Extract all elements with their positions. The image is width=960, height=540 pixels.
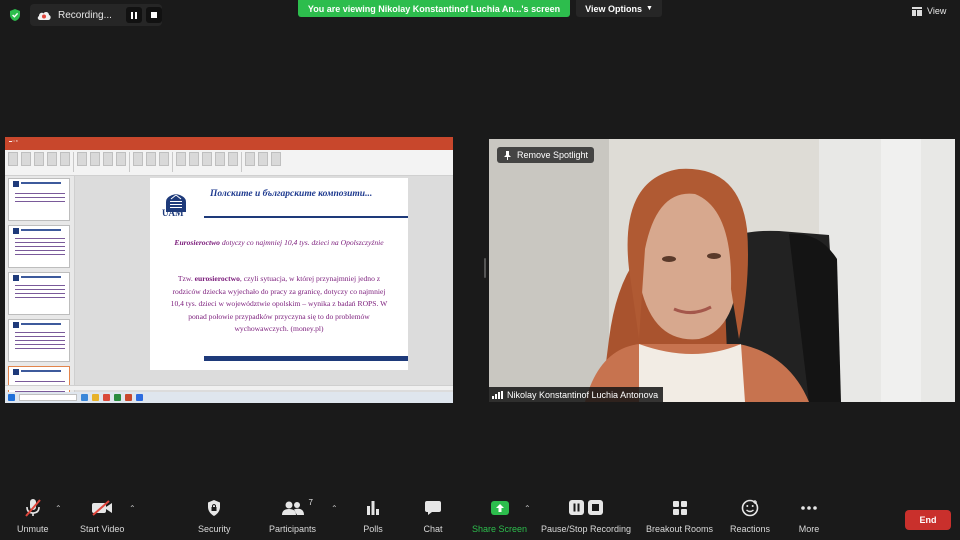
viewing-screen-banner: You are viewing Nikolay Konstantinof Luc…: [298, 0, 570, 17]
security-label: Security: [198, 524, 231, 534]
video-options-caret-icon[interactable]: ⌃: [129, 504, 136, 513]
reactions-button[interactable]: Reactions: [730, 498, 770, 534]
powerpoint-workspace: UAM Полските и българските композити... …: [5, 176, 453, 395]
para-bold: eurosieroctwo: [194, 274, 240, 283]
participants-options-caret-icon[interactable]: ⌃: [331, 504, 338, 513]
view-layout-button[interactable]: View: [912, 6, 946, 16]
view-options-label: View Options: [585, 3, 642, 14]
current-slide[interactable]: UAM Полските и българските композити... …: [150, 178, 408, 370]
smiley-face-icon: [741, 499, 759, 517]
signal-strength-icon: [492, 390, 503, 399]
share-screen-arrow-icon: [490, 501, 509, 515]
share-screen-label: Share Screen: [472, 524, 528, 534]
more-ellipsis-icon: [801, 506, 817, 510]
audio-options-caret-icon[interactable]: ⌃: [55, 504, 62, 513]
video-camera-off-icon: [92, 500, 113, 516]
pause-stop-recording-label: Pause/Stop Recording: [541, 524, 632, 534]
taskbar-search-box[interactable]: [19, 394, 77, 401]
chat-bubble-icon: [425, 501, 441, 515]
pause-icon: [131, 11, 137, 19]
stop-recording-button[interactable]: [146, 7, 162, 23]
start-video-button[interactable]: Start Video: [80, 498, 124, 534]
microphone-muted-icon: [24, 499, 41, 517]
breakout-rooms-icon: [672, 501, 687, 515]
participant-name-bar: Nikolay Konstantinof Luchia Antonova: [489, 387, 664, 402]
breakout-rooms-button[interactable]: Breakout Rooms: [646, 498, 713, 534]
recording-indicator: Recording...: [30, 4, 162, 26]
breakout-rooms-label: Breakout Rooms: [646, 524, 714, 534]
chat-button[interactable]: Chat: [422, 498, 444, 534]
participants-icon: [281, 501, 304, 515]
stop-icon: [151, 12, 157, 18]
remove-spotlight-button[interactable]: Remove Spotlight: [497, 147, 595, 163]
slide-subtitle: Eurosieroctwo dotyczy co najmniej 10,4 t…: [170, 238, 388, 248]
taskbar-app-icon[interactable]: [92, 394, 99, 401]
pane-resize-handle[interactable]: [484, 258, 486, 278]
view-label: View: [927, 6, 947, 16]
start-video-label: Start Video: [80, 524, 125, 534]
slide-thumbnail[interactable]: [8, 319, 70, 362]
share-options-caret-icon[interactable]: ⌃: [524, 504, 531, 513]
encryption-shield-icon[interactable]: [8, 8, 22, 22]
unmute-label: Unmute: [17, 524, 49, 534]
recording-label: Recording...: [58, 9, 112, 21]
participants-count: 7: [308, 498, 313, 507]
taskbar-app-icon[interactable]: [114, 394, 121, 401]
participants-button[interactable]: 7 Participants: [269, 498, 316, 534]
slide-rule-top: [204, 216, 408, 218]
pause-stop-recording-icon: [569, 500, 604, 515]
slide-thumbnail[interactable]: [8, 178, 70, 221]
slide-title: Полските и българските композити...: [210, 189, 373, 199]
unmute-button[interactable]: Unmute: [17, 498, 49, 534]
pause-recording-button[interactable]: [126, 7, 142, 23]
pin-icon: [504, 150, 511, 160]
slide-paragraph: Tzw. eurosieroctwo, czyli sytuacja, w kt…: [166, 273, 392, 336]
taskbar-app-icon[interactable]: [125, 394, 132, 401]
participant-video-tile[interactable]: Remove Spotlight Nikolay Konstantinof Lu…: [489, 139, 955, 402]
para-start: Tzw.: [177, 274, 195, 283]
taskbar-app-icon[interactable]: [136, 394, 143, 401]
powerpoint-ribbon: [5, 150, 453, 176]
slide-thumbnail[interactable]: [8, 272, 70, 315]
polls-label: Polls: [363, 524, 383, 534]
meeting-controls-toolbar: Unmute ⌃ Start Video ⌃ Security 7 Partic…: [0, 494, 960, 540]
slide-editor: UAM Полските и българските композити... …: [75, 176, 453, 395]
slide-thumbnail-active[interactable]: [8, 366, 70, 395]
pause-stop-recording-button[interactable]: Pause/Stop Recording: [541, 498, 631, 534]
powerpoint-status-bar: [5, 385, 453, 390]
more-label: More: [798, 524, 820, 534]
more-button[interactable]: More: [798, 498, 820, 534]
slide-rule-bottom: [204, 356, 408, 361]
end-meeting-button[interactable]: End: [905, 510, 951, 530]
chevron-down-icon: ▼: [645, 5, 653, 12]
zoom-meeting-window: Recording... You are viewing Nikolay Kon…: [0, 0, 960, 540]
chat-label: Chat: [423, 524, 443, 534]
uam-logo-text: UAM: [162, 208, 184, 218]
participant-name: Nikolay Konstantinof Luchia Antonova: [507, 389, 659, 400]
grid-view-icon: [912, 6, 922, 16]
cloud-record-icon: [37, 11, 51, 20]
participant-video-feed: [489, 139, 955, 402]
view-options-button[interactable]: View Options ▼: [576, 0, 662, 17]
windows-start-icon[interactable]: [8, 394, 15, 401]
polls-button[interactable]: Polls: [362, 498, 384, 534]
taskbar-app-icon[interactable]: [103, 394, 110, 401]
participants-label: Participants: [269, 524, 317, 534]
powerpoint-title-bar: ▬ □ ✕: [5, 137, 453, 144]
reactions-label: Reactions: [730, 524, 771, 534]
slide-thumbnails-pane: [5, 176, 75, 395]
taskbar-app-icon[interactable]: [81, 394, 88, 401]
subtitle-rest: dotyczy co najmniej 10,4 tys. dzieci na …: [221, 238, 384, 247]
slide-thumbnail[interactable]: [8, 225, 70, 268]
subtitle-bold: Eurosieroctwo: [174, 238, 220, 247]
powerpoint-window-controls: ▬ □ ✕: [9, 138, 18, 143]
remove-spotlight-label: Remove Spotlight: [517, 150, 589, 160]
windows-taskbar: [5, 392, 453, 403]
shared-screen[interactable]: ▬ □ ✕ UAM Полските и българските компози…: [5, 137, 453, 403]
security-shield-icon: [208, 500, 221, 516]
security-button[interactable]: Security: [198, 498, 231, 534]
share-screen-button[interactable]: Share Screen: [472, 498, 527, 534]
polls-icon: [367, 501, 379, 515]
